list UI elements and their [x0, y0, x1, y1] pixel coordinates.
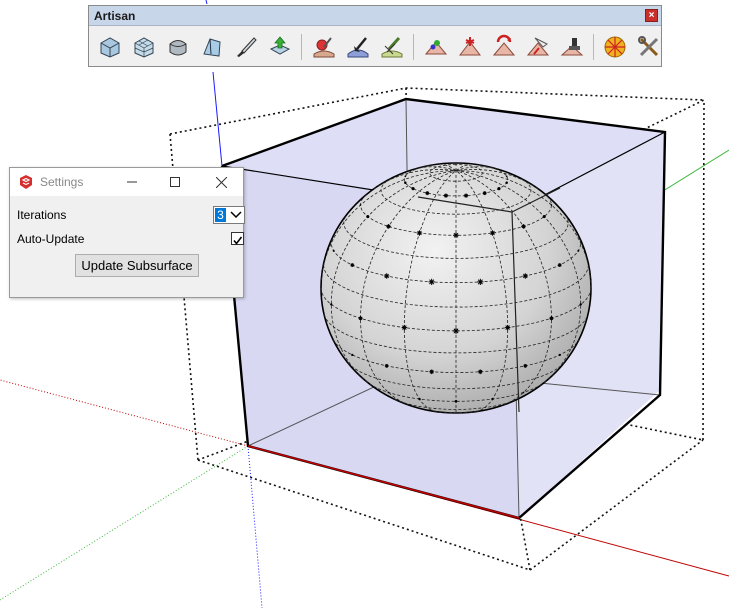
iterations-label: Iterations	[17, 208, 67, 222]
smooth-icon[interactable]	[163, 32, 193, 62]
sphere-vertex-marker	[504, 324, 511, 331]
sphere-vertex-marker	[443, 193, 449, 198]
sphere-vertex-marker	[550, 204, 553, 206]
blue-axis-negative	[247, 445, 263, 608]
chevron-down-icon	[230, 211, 242, 219]
checkmark-icon	[233, 236, 243, 245]
stamp-tool-icon[interactable]	[557, 32, 587, 62]
sphere-vertex-marker	[452, 327, 460, 334]
knife-tool-icon[interactable]	[231, 32, 261, 62]
maximize-icon	[170, 177, 180, 187]
sphere-vertex-marker	[387, 391, 390, 394]
sphere-vertex-marker	[558, 353, 561, 357]
artisan-toolbar[interactable]: Artisan ×	[88, 5, 662, 67]
sphere-vertex-marker	[477, 278, 484, 286]
sphere-vertex-marker	[366, 214, 370, 219]
smooth-brush-icon[interactable]	[377, 32, 407, 62]
sphere-vertex-marker	[491, 397, 494, 401]
sphere-vertex-marker	[489, 230, 496, 236]
toolbar-title: Artisan	[94, 9, 136, 23]
sphere-vertex-marker	[416, 230, 423, 236]
auto-update-checkbox[interactable]	[231, 232, 244, 245]
blue-axis-positive	[212, 71, 223, 167]
minimize-button[interactable]	[110, 168, 154, 196]
toolbar-separator	[593, 34, 594, 60]
update-subsurface-button[interactable]: Update Subsurface	[75, 254, 199, 277]
sphere-vertex-marker	[522, 273, 529, 279]
sphere-vertex-marker	[358, 316, 363, 321]
sculpt-tool-icon[interactable]	[309, 32, 339, 62]
maximize-button[interactable]	[153, 168, 197, 196]
sphere-vertex-marker	[332, 249, 335, 252]
settings-title: Settings	[40, 175, 84, 189]
sphere-vertex-marker	[383, 273, 390, 279]
close-icon	[215, 176, 227, 188]
green-axis-negative	[0, 445, 249, 601]
sphere-vertex-marker	[463, 193, 469, 198]
3d-viewport[interactable]	[0, 0, 729, 608]
crease-tool-icon[interactable]	[197, 32, 227, 62]
sphere-vertex-marker	[418, 397, 421, 401]
subdivide-icon[interactable]	[129, 32, 159, 62]
settings-dialog[interactable]: Settings Iterations 3 Auto-Update Update…	[9, 167, 245, 298]
sphere-vertex-marker	[359, 204, 362, 206]
sphere-vertex-marker	[505, 175, 508, 178]
organizer-icon[interactable]	[600, 32, 630, 62]
sphere-vertex-marker	[401, 324, 408, 331]
paint-select-icon[interactable]	[523, 32, 553, 62]
sphere-vertex-marker	[428, 278, 435, 286]
settings-tools-icon[interactable]	[634, 32, 664, 62]
sphere-vertex-marker	[577, 249, 580, 252]
inflate-brush-icon[interactable]	[455, 32, 485, 62]
auto-update-label: Auto-Update	[17, 232, 85, 246]
sphere-vertex-marker	[425, 191, 430, 196]
iterations-value: 3	[215, 208, 226, 222]
subdivided-sphere[interactable]	[320, 162, 592, 414]
blue-axis-top	[205, 0, 208, 5]
pinch-brush-icon[interactable]	[343, 32, 373, 62]
extrude-icon[interactable]	[265, 32, 295, 62]
iterations-select[interactable]: 3	[213, 206, 245, 224]
toolbar-separator	[301, 34, 302, 60]
sphere-vertex-marker	[521, 224, 526, 229]
pull-brush-icon[interactable]	[489, 32, 519, 62]
sphere-vertex-marker	[505, 181, 508, 184]
flatten-brush-icon[interactable]	[421, 32, 451, 62]
sphere-vertex-marker	[542, 214, 546, 219]
sphere-vertex-marker	[330, 303, 333, 306]
sphere-vertex-marker	[384, 363, 389, 368]
red-axis-negative	[0, 379, 249, 447]
settings-titlebar[interactable]: Settings	[10, 168, 243, 196]
sphere-vertex-marker	[404, 181, 407, 184]
close-button[interactable]	[199, 168, 243, 196]
sphere-vertex-marker	[453, 232, 459, 239]
sphere-vertex-marker	[549, 316, 554, 321]
sphere-vertex-marker	[404, 175, 407, 178]
sphere-vertex-marker	[454, 399, 458, 403]
sphere-vertex-marker	[482, 191, 487, 196]
sketchup-app-icon	[20, 175, 32, 189]
subdivide-smooth-icon[interactable]	[95, 32, 125, 62]
sphere-vertex-marker	[523, 363, 528, 368]
minimize-icon	[127, 181, 137, 183]
sphere-vertex-marker	[386, 224, 391, 229]
sphere-vertex-marker	[522, 391, 525, 394]
toolbar-separator	[413, 34, 414, 60]
toolbar-close-button[interactable]: ×	[645, 9, 658, 22]
sphere-vertex-marker	[351, 353, 354, 357]
toolbar-titlebar[interactable]: Artisan ×	[89, 6, 661, 26]
